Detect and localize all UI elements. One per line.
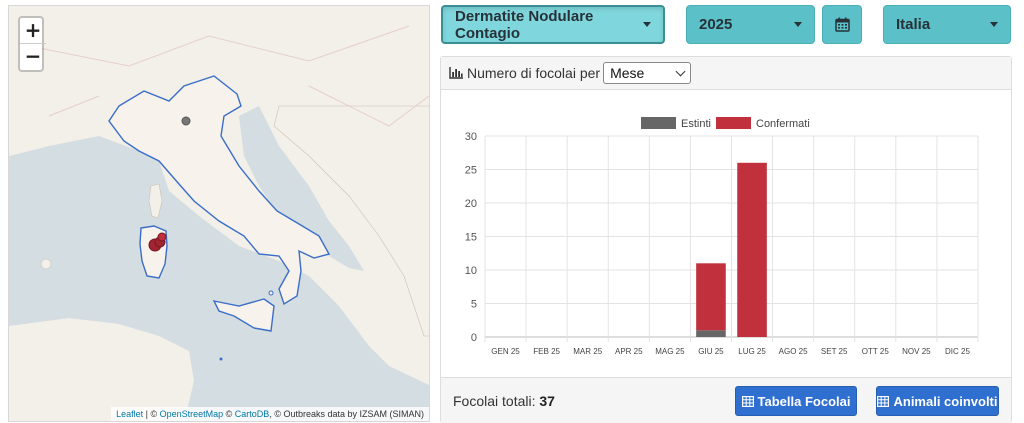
year-label: 2025 xyxy=(699,16,733,33)
zoom-in-button[interactable]: + xyxy=(20,18,46,44)
chart-area: 0 5 10 15 20 25 30 GEN 25 FEB 25 MAR 25 APR 25 MAG … xyxy=(441,91,1011,375)
year-dropdown[interactable]: 2025 xyxy=(686,5,815,44)
animals-involved-button[interactable]: Animali coinvolti xyxy=(876,386,999,416)
x-tick-label: APR 25 xyxy=(615,347,643,356)
carto-link[interactable]: CartoDB xyxy=(235,409,270,419)
attribution-text: © xyxy=(223,409,235,419)
bar-confermati xyxy=(737,162,767,337)
outbreak-table-label: Tabella Focolai xyxy=(757,393,851,409)
x-tick-label: NOV 25 xyxy=(902,347,931,356)
caret-down-icon xyxy=(990,22,998,27)
outbreak-table-button[interactable]: Tabella Focolai xyxy=(735,386,857,416)
period-select[interactable]: Mese xyxy=(603,62,692,84)
map-attribution: Leaflet | © OpenStreetMap © CartoDB, © O… xyxy=(111,407,429,421)
outbreak-marker[interactable] xyxy=(181,116,191,126)
outbreak-map[interactable]: + − Leaflet | © OpenStreetMap © CartoDB,… xyxy=(8,5,430,422)
x-tick-label: FEB 25 xyxy=(533,347,560,356)
disease-label: Dermatite Nodulare Contagio xyxy=(455,7,594,42)
y-tick-label: 20 xyxy=(465,198,477,210)
bar-confermati xyxy=(696,263,726,331)
osm-link[interactable]: OpenStreetMap xyxy=(160,409,224,419)
outbreak-marker[interactable] xyxy=(157,232,167,242)
caret-down-icon xyxy=(643,22,651,27)
animals-involved-label: Animali coinvolti xyxy=(893,393,998,409)
table-icon xyxy=(877,395,890,407)
x-tick-label: MAG 25 xyxy=(655,347,685,356)
total-value: 37 xyxy=(539,393,555,409)
y-tick-label: 5 xyxy=(471,299,477,311)
country-dropdown[interactable]: Italia xyxy=(883,5,1011,44)
leaflet-link[interactable]: Leaflet xyxy=(116,409,143,419)
legend-label: Confermati xyxy=(756,118,810,130)
map-tiles xyxy=(9,25,429,421)
disease-dropdown[interactable]: Dermatite Nodulare Contagio xyxy=(441,5,665,44)
country-label: Italia xyxy=(896,16,931,33)
zoom-out-button[interactable]: − xyxy=(20,44,46,70)
total-label: Focolai totali: xyxy=(453,393,536,409)
x-tick-label: AGO 25 xyxy=(779,347,808,356)
legend-swatch xyxy=(641,117,676,129)
zoom-control: + − xyxy=(18,16,46,72)
panel-footer: Focolai totali: 37 Tabella Focolai Anima… xyxy=(441,377,1011,423)
chevron-down-icon xyxy=(675,66,686,76)
x-tick-label: GEN 25 xyxy=(491,347,520,356)
x-tick-label: OTT 25 xyxy=(862,347,890,356)
y-tick-label: 30 xyxy=(465,131,477,143)
bar-estinti xyxy=(696,330,726,337)
y-tick-label: 10 xyxy=(465,265,477,277)
total-outbreaks: Focolai totali: 37 xyxy=(453,393,555,409)
x-tick-label: MAR 25 xyxy=(573,347,602,356)
period-select-value: Mese xyxy=(610,65,645,81)
bar-chart-icon xyxy=(449,67,463,79)
caret-down-icon xyxy=(794,22,802,27)
attribution-text: | © xyxy=(143,409,160,419)
calendar-button[interactable] xyxy=(822,5,862,44)
x-tick-label: DIC 25 xyxy=(945,347,970,356)
legend-swatch xyxy=(716,117,751,129)
legend-label: Estinti xyxy=(681,118,711,130)
panel-title: Numero di focolai per xyxy=(467,65,601,81)
chart-panel: Numero di focolai per Mese 0 5 10 15 20 25 30 G… xyxy=(440,56,1012,423)
y-tick-label: 0 xyxy=(471,332,477,344)
x-tick-label: LUG 25 xyxy=(738,347,766,356)
attribution-text: , © Outbreaks data by IZSAM (SIMAN) xyxy=(269,409,424,419)
calendar-icon xyxy=(834,17,850,32)
x-tick-label: GIU 25 xyxy=(698,347,724,356)
y-tick-label: 25 xyxy=(465,165,477,177)
y-tick-label: 15 xyxy=(465,232,477,244)
bar-chart: 0 5 10 15 20 25 30 GEN 25 FEB 25 MAR 25 APR 25 MAG … xyxy=(465,117,979,356)
x-tick-label: SET 25 xyxy=(821,347,848,356)
panel-header: Numero di focolai per Mese xyxy=(441,57,1011,90)
table-icon xyxy=(741,395,754,407)
